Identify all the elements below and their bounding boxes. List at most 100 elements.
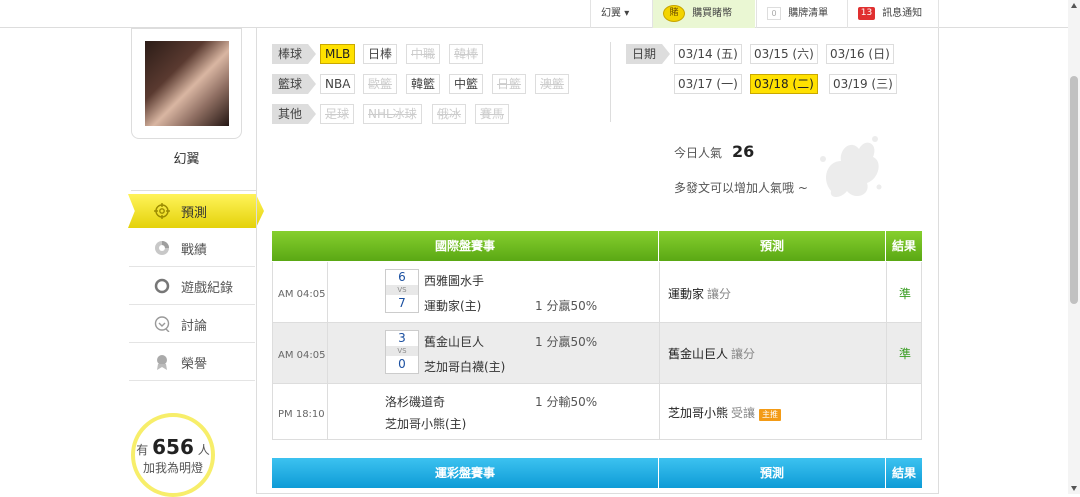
- user-menu[interactable]: 幻翼 ▾: [590, 0, 651, 28]
- popularity: 今日人氣 26: [674, 142, 754, 161]
- date-0314[interactable]: 03/14 (五): [674, 44, 742, 64]
- score-away: 6: [398, 270, 406, 284]
- game-time: AM 04:05: [278, 289, 326, 300]
- fans-count: 656: [152, 435, 194, 459]
- intl-table-title: 國際盤賽事: [272, 231, 658, 261]
- popularity-value: 26: [732, 142, 755, 161]
- sidebar-item-label: 討論: [181, 319, 208, 334]
- handicap-line: 1 分贏50%: [535, 335, 598, 349]
- sidebar-divider: [131, 190, 256, 191]
- sidebar-item-predict[interactable]: 預測: [129, 192, 255, 230]
- buy-coins-link[interactable]: 賭 購買睹幣: [652, 0, 755, 28]
- fans-count-line: 有 656 人: [135, 435, 211, 459]
- game-time: PM 18:10: [278, 409, 325, 420]
- chevron-down-icon: ▾: [624, 8, 630, 19]
- category-basketball: 籃球: [272, 74, 317, 94]
- fans-subtitle: 加我為明燈: [142, 461, 203, 475]
- avatar[interactable]: [145, 41, 229, 126]
- cart-count-badge: 0: [767, 6, 781, 20]
- category-other: 其他: [272, 104, 317, 124]
- splash-decoration-icon: [820, 136, 882, 197]
- user-menu-label: 幻翼: [601, 8, 621, 19]
- record-icon: [154, 278, 170, 294]
- main-pick-badge: 主推: [759, 409, 782, 421]
- lottery-col-result: 結果: [886, 458, 922, 488]
- discussion-icon: [154, 316, 170, 332]
- team-home: 芝加哥白襪(主): [424, 360, 506, 374]
- prediction: 舊金山巨人 讓分: [668, 345, 755, 362]
- league-euro-basketball: 歐籃: [363, 74, 398, 94]
- date-label: 日期: [626, 44, 671, 64]
- sidebar-item-honor[interactable]: 榮譽: [129, 343, 255, 381]
- prediction: 運動家 讓分: [668, 285, 731, 302]
- table-row: AM 04:05 6 VS 7 西雅圖水手 運動家(主) 1 分贏50% 運動家…: [272, 262, 922, 323]
- fans-prefix: 有: [136, 443, 149, 457]
- table-row: PM 18:10 洛杉磯道奇 芝加哥小熊(主) 1 分輸50% 芝加哥小熊 受讓主…: [272, 384, 922, 440]
- team-home: 運動家(主): [424, 299, 482, 313]
- messages-label: 訊息通知: [882, 8, 923, 19]
- top-bar: 幻翼 ▾ 賭 購買睹幣 0 購牌清單 13 訊息通知: [0, 0, 1080, 28]
- score-away: 3: [398, 331, 406, 345]
- league-horse-racing: 賽馬: [475, 104, 510, 124]
- avatar-card: [131, 28, 242, 139]
- lottery-table-title: 運彩盤賽事: [272, 458, 658, 488]
- team-away: 洛杉磯道奇: [385, 395, 446, 409]
- scorebox: 6 VS 7: [385, 269, 419, 313]
- username: 幻翼: [173, 152, 200, 167]
- fans-badge[interactable]: 有 656 人 加我為明燈: [131, 413, 215, 497]
- handicap-line: 1 分輸50%: [535, 395, 598, 409]
- category-baseball: 棒球: [272, 44, 317, 64]
- filter-divider: [610, 42, 611, 122]
- league-nba[interactable]: NBA: [320, 74, 356, 94]
- score-home: 0: [398, 357, 406, 371]
- game-time: AM 04:05: [278, 350, 326, 361]
- handicap-line: 1 分贏50%: [535, 299, 598, 313]
- date-0316[interactable]: 03/16 (日): [826, 44, 894, 64]
- date-0317[interactable]: 03/17 (一): [674, 74, 742, 94]
- message-count-badge: 13: [858, 6, 875, 20]
- league-nhl: NHL冰球: [363, 104, 422, 124]
- date-0318[interactable]: 03/18 (二): [750, 74, 818, 94]
- scroll-down-icon[interactable]: [1071, 486, 1077, 491]
- cart-link[interactable]: 0 購牌清單: [756, 0, 846, 28]
- sidebar-item-label: 遊戲紀錄: [181, 281, 234, 296]
- team-home: 芝加哥小熊(主): [385, 417, 467, 431]
- sidebar-item-game-record[interactable]: 遊戲紀錄: [129, 267, 255, 305]
- medal-icon: [157, 355, 167, 370]
- sidebar-item-label: 戰績: [181, 243, 208, 258]
- scroll-up-icon[interactable]: [1071, 3, 1077, 8]
- date-0319[interactable]: 03/19 (三): [829, 74, 897, 94]
- league-npb[interactable]: 日棒: [363, 44, 398, 64]
- messages-link[interactable]: 13 訊息通知: [847, 0, 939, 28]
- score-home: 7: [398, 296, 406, 310]
- prediction-type: 受讓: [731, 406, 756, 420]
- vs-label: VS: [386, 285, 418, 295]
- league-soccer: 足球: [320, 104, 355, 124]
- sidebar-item-discussion[interactable]: 討論: [129, 305, 255, 343]
- league-sbl[interactable]: 中籃: [449, 74, 484, 94]
- coin-icon: 賭: [663, 4, 685, 22]
- popularity-label: 今日人氣: [674, 146, 723, 160]
- league-nbl: 澳籃: [535, 74, 570, 94]
- league-khl: 俄冰: [432, 104, 467, 124]
- sidebar-item-record[interactable]: 戰績: [129, 229, 255, 267]
- chart-icon: [155, 241, 169, 255]
- scrollbar-thumb[interactable]: [1070, 76, 1078, 304]
- lottery-table: 運彩盤賽事 預測 結果: [272, 458, 922, 488]
- team-away: 舊金山巨人: [424, 335, 485, 349]
- buy-coins-label: 購買睹幣: [692, 8, 733, 19]
- prediction: 芝加哥小熊 受讓 主推: [668, 404, 782, 421]
- league-cpbl: 中職: [406, 44, 441, 64]
- page-scrollbar[interactable]: [1068, 0, 1080, 494]
- intl-col-prediction: 預測: [659, 231, 885, 261]
- vs-label: VS: [386, 346, 418, 356]
- popularity-hint: 多發文可以增加人氣哦 ~: [674, 181, 808, 195]
- date-0315[interactable]: 03/15 (六): [750, 44, 818, 64]
- league-kbl[interactable]: 韓籃: [406, 74, 441, 94]
- result: 準: [898, 347, 911, 361]
- league-kbo: 韓棒: [449, 44, 484, 64]
- league-jbl: 日籃: [492, 74, 527, 94]
- scorebox: 3 VS 0: [385, 330, 419, 374]
- league-mlb[interactable]: MLB: [320, 44, 356, 64]
- cart-label: 購牌清單: [788, 8, 829, 19]
